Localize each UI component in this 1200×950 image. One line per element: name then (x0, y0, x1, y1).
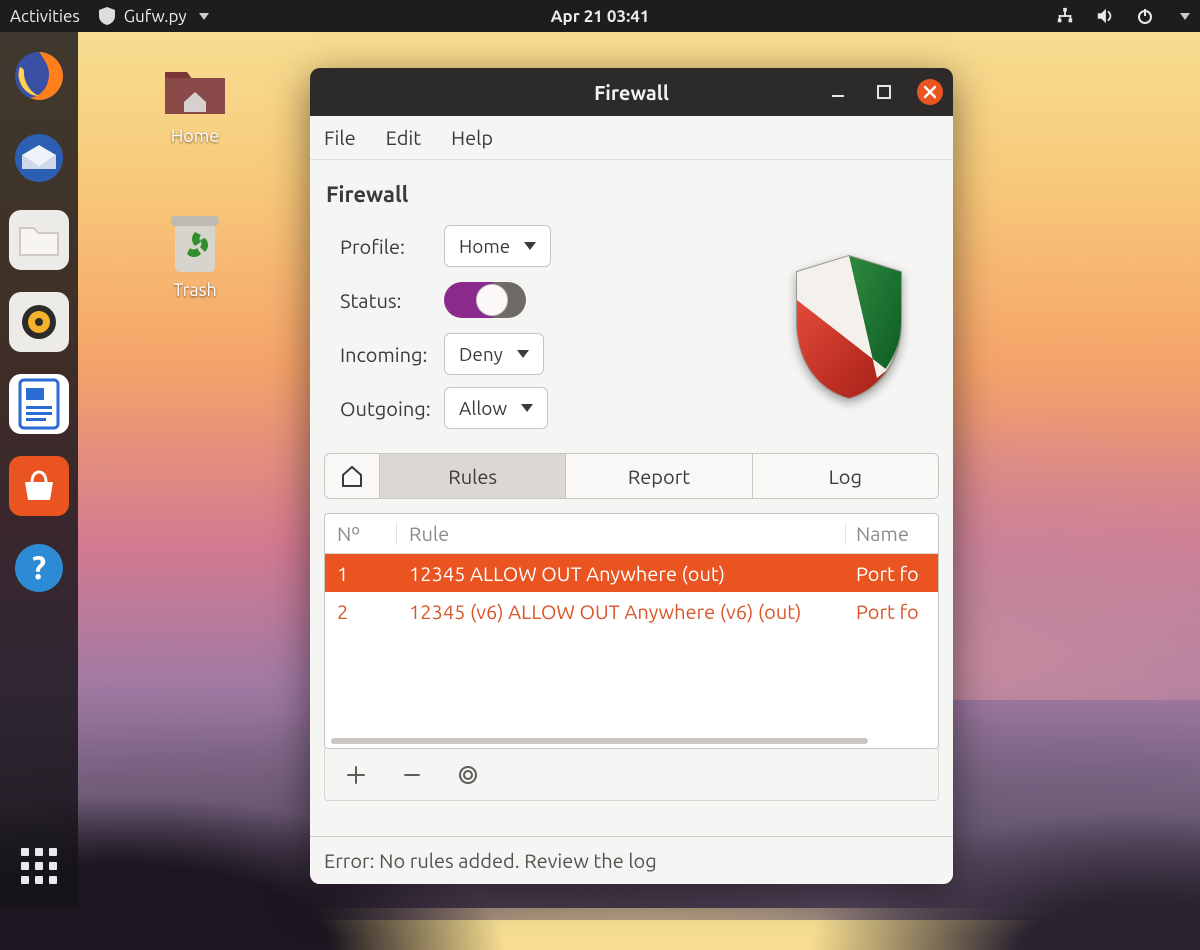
menu-file[interactable]: File (324, 126, 356, 149)
outgoing-value: Allow (459, 397, 507, 419)
volume-icon[interactable] (1096, 7, 1114, 25)
rules-table: Nº Rule Name 112345 ALLOW OUT Anywhere (… (324, 513, 939, 749)
tab-home[interactable] (325, 454, 379, 498)
cell-name: Port fo (846, 562, 938, 585)
dock: ? (0, 32, 78, 908)
menu-help[interactable]: Help (451, 126, 493, 149)
profile-select[interactable]: Home (444, 225, 551, 267)
chevron-down-icon (517, 350, 529, 358)
cell-rule: 12345 (v6) ALLOW OUT Anywhere (v6) (out) (397, 600, 846, 623)
tab-report[interactable]: Report (565, 454, 751, 498)
folder-home-icon (160, 58, 230, 120)
dock-libreoffice-writer[interactable] (9, 374, 69, 434)
svg-text:?: ? (32, 550, 46, 586)
status-toggle[interactable] (444, 282, 526, 318)
activities-button[interactable]: Activities (10, 7, 80, 26)
appmenu-button[interactable]: Gufw.py (98, 7, 209, 26)
desktop-home-label: Home (150, 126, 240, 146)
power-icon[interactable] (1136, 7, 1154, 25)
profile-value: Home (459, 235, 510, 257)
incoming-select[interactable]: Deny (444, 333, 544, 375)
desktop-trash-icon[interactable]: Trash (150, 212, 240, 300)
outgoing-select[interactable]: Allow (444, 387, 548, 429)
horizontal-scrollbar[interactable] (331, 738, 868, 744)
chevron-down-icon (521, 404, 533, 412)
shield-small-icon (98, 7, 116, 25)
chevron-down-icon (199, 13, 209, 20)
minimize-button[interactable] (825, 79, 851, 105)
outgoing-label: Outgoing: (324, 397, 444, 420)
dock-ubuntu-software[interactable] (9, 456, 69, 516)
remove-rule-button[interactable] (399, 762, 425, 788)
cell-name: Port fo (846, 600, 938, 623)
dock-firefox[interactable] (9, 46, 69, 106)
col-rule-header[interactable]: Rule (397, 522, 846, 545)
table-header: Nº Rule Name (325, 514, 938, 554)
col-n-header[interactable]: Nº (325, 522, 397, 545)
section-firewall-title: Firewall (326, 182, 939, 207)
cell-rule: 12345 ALLOW OUT Anywhere (out) (397, 562, 846, 585)
cell-n: 2 (325, 600, 397, 623)
profile-label: Profile: (324, 235, 444, 258)
status-text: Error: No rules added. Review the log (324, 849, 657, 872)
close-button[interactable] (917, 79, 943, 105)
statusbar: Error: No rules added. Review the log (310, 836, 953, 884)
clock-label[interactable]: Apr 21 03:41 (551, 7, 650, 26)
maximize-button[interactable] (871, 79, 897, 105)
cell-n: 1 (325, 562, 397, 585)
tab-log[interactable]: Log (752, 454, 938, 498)
appmenu-label: Gufw.py (124, 7, 187, 26)
incoming-label: Incoming: (324, 343, 444, 366)
trash-icon (160, 212, 230, 274)
dock-thunderbird[interactable] (9, 128, 69, 188)
window-title: Firewall (594, 81, 669, 104)
desktop-home-icon[interactable]: Home (150, 58, 240, 146)
edit-rule-button[interactable] (455, 762, 481, 788)
titlebar[interactable]: Firewall (310, 68, 953, 116)
home-icon (340, 465, 364, 487)
incoming-value: Deny (459, 343, 503, 365)
table-row[interactable]: 212345 (v6) ALLOW OUT Anywhere (v6) (out… (325, 592, 938, 630)
chevron-down-icon (524, 242, 536, 250)
menu-edit[interactable]: Edit (386, 126, 421, 149)
show-applications-button[interactable] (17, 844, 61, 888)
gnome-topbar: Activities Gufw.py Apr 21 03:41 (0, 0, 1200, 32)
dock-help[interactable]: ? (9, 538, 69, 598)
status-label: Status: (324, 289, 444, 312)
col-name-header[interactable]: Name (846, 522, 938, 545)
toggle-knob (476, 284, 508, 316)
chevron-down-icon[interactable] (1180, 13, 1190, 20)
network-icon[interactable] (1056, 7, 1074, 25)
tab-rules[interactable]: Rules (379, 454, 565, 498)
desktop-trash-label: Trash (150, 280, 240, 300)
rules-toolbar (324, 749, 939, 801)
firewall-window: Firewall File Edit Help Firewall Profile… (310, 68, 953, 884)
dock-rhythmbox[interactable] (9, 292, 69, 352)
dock-files[interactable] (9, 210, 69, 270)
menubar: File Edit Help (310, 116, 953, 160)
table-row[interactable]: 112345 ALLOW OUT Anywhere (out)Port fo (325, 554, 938, 592)
add-rule-button[interactable] (343, 762, 369, 788)
tabs: Rules Report Log (324, 453, 939, 499)
shield-icon (759, 219, 939, 435)
